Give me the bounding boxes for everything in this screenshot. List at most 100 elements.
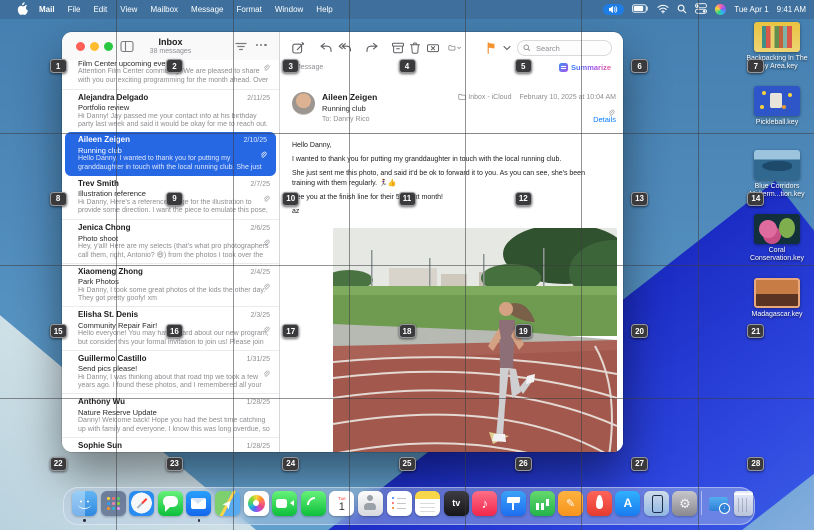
desktop-icon-city[interactable]: Backpacking In The Bay Area.key <box>741 22 813 71</box>
wifi-icon[interactable] <box>657 4 669 16</box>
details-link[interactable]: Details <box>593 115 616 124</box>
message-header: Aileen Zeigen Running club To: Danny Ric… <box>280 84 623 132</box>
list-item-date: 2/11/25 <box>247 95 270 102</box>
list-item-preview: Attention Film Center community! We are … <box>78 68 270 85</box>
siri-icon[interactable] <box>715 4 726 15</box>
list-item-line2: Portfolio review <box>78 103 270 113</box>
desktop-icon-coral[interactable]: Coral Conservation.key <box>741 214 813 263</box>
dock-app-safari[interactable] <box>129 491 154 522</box>
list-item[interactable]: Sophie Sun1/28/25The best vacation <box>62 437 279 453</box>
list-item-subject: Illustration reference <box>78 189 262 198</box>
control-center-icon[interactable] <box>695 3 707 16</box>
dock-app-settings[interactable]: ⚙ <box>672 491 697 522</box>
menu-item-format[interactable]: Format <box>237 5 262 14</box>
list-item-line2: Running club <box>78 145 267 155</box>
menu-item-message[interactable]: Message <box>191 5 223 14</box>
reply-icon[interactable] <box>319 41 335 57</box>
list-item[interactable]: Xiaomeng Zhong2/4/25Park PhotosHi Danny,… <box>62 263 279 307</box>
dock-app-calendar[interactable]: Tue1 <box>329 491 354 522</box>
dock-app-mail[interactable] <box>186 491 211 522</box>
dock-app-phone[interactable] <box>301 491 326 522</box>
list-item-line1: Alejandra Delgado 2/11/25 <box>78 93 270 103</box>
attachment-paperclip-icon <box>607 104 615 112</box>
pages-glyph: ✎ <box>566 497 575 510</box>
list-item[interactable]: Trev Smith2/7/25Illustration referenceHi… <box>62 176 279 220</box>
list-item[interactable]: Aileen Zeigen2/10/25Running clubHello Da… <box>65 132 276 176</box>
move-to-folder-icon[interactable] <box>448 41 474 57</box>
list-item[interactable]: Alejandra Delgado 2/11/25Portfolio review… <box>62 89 279 133</box>
forward-icon[interactable] <box>365 41 381 57</box>
dock-app-facetime[interactable] <box>272 491 297 522</box>
menu-time[interactable]: 9:41 AM <box>777 5 806 14</box>
menu-item-window[interactable]: Window <box>275 5 303 14</box>
compose-icon[interactable] <box>291 41 307 57</box>
dock-app-rocket[interactable] <box>587 491 612 522</box>
list-item-line1: Aileen Zeigen2/10/25 <box>78 135 267 145</box>
spotlight-icon[interactable] <box>677 4 687 16</box>
menu-item-edit[interactable]: Edit <box>93 5 107 14</box>
search-field[interactable] <box>517 40 612 56</box>
menu-date[interactable]: Tue Apr 1 <box>734 5 768 14</box>
dock-app-photos[interactable] <box>244 491 269 522</box>
summarize-button[interactable]: Summarize <box>559 63 611 72</box>
menu-item-mailbox[interactable]: Mailbox <box>150 5 178 14</box>
dock-app-downloads[interactable] <box>706 491 731 522</box>
paperclip-icon <box>262 321 270 329</box>
flag-icon[interactable] <box>485 41 501 57</box>
dock-app-iphone[interactable] <box>644 491 669 522</box>
desktop-icon-madagascar[interactable]: Madagascar.key <box>741 278 813 319</box>
desktop-icon-whale[interactable]: Blue Corridors Midterm...tion.key <box>741 150 813 199</box>
paperclip-icon <box>262 452 270 453</box>
list-item-subject: Community Repair Fair! <box>78 321 262 330</box>
list-item-subject: Send pics please! <box>78 364 262 373</box>
menu-item-mail[interactable]: Mail <box>39 5 55 14</box>
dock-app-music[interactable]: ♪ <box>472 491 497 522</box>
dock-app-reminders[interactable] <box>387 491 412 522</box>
archive-icon[interactable] <box>391 41 407 57</box>
menu-bar: Mail File Edit View Mailbox Message Format Wind… <box>0 0 814 19</box>
trash-icon[interactable] <box>408 41 424 57</box>
desktop-icon-label: Coral Conservation.key <box>741 247 813 263</box>
dock-app-maps[interactable] <box>215 491 240 522</box>
dock-app-numbers[interactable] <box>530 491 555 522</box>
dock-app-keynote[interactable] <box>501 491 526 522</box>
sound-indicator-icon[interactable] <box>603 4 624 15</box>
facetime-app-icon <box>272 491 297 516</box>
battery-icon[interactable] <box>632 4 649 15</box>
desktop-icon-label: Blue Corridors Midterm...tion.key <box>741 183 813 199</box>
minimize-window-button[interactable] <box>90 42 99 51</box>
flag-menu-icon[interactable] <box>500 41 510 57</box>
attachment-photo[interactable] <box>333 228 617 452</box>
close-window-button[interactable] <box>76 42 85 51</box>
junk-icon[interactable] <box>426 41 442 57</box>
dock-app-appstore[interactable]: A <box>615 491 640 522</box>
message-body: Hello Danny,I wanted to thank you for pu… <box>292 141 605 221</box>
keynote-file-thumbnail <box>754 278 800 308</box>
list-item-sender: Alejandra Delgado <box>78 93 243 102</box>
menu-item-view[interactable]: View <box>120 5 137 14</box>
dock-app-contacts[interactable] <box>358 491 383 522</box>
list-item-line1: Xiaomeng Zhong2/4/25 <box>78 267 270 277</box>
photos-app-icon <box>244 491 269 516</box>
desktop-icon-pickleball[interactable]: Pickleball.key <box>741 86 813 127</box>
more-options-icon[interactable] <box>256 44 267 46</box>
menu-item-help[interactable]: Help <box>316 5 332 14</box>
dock-app-pages[interactable]: ✎ <box>558 491 583 522</box>
paperclip-icon <box>262 190 270 198</box>
list-item-preview: Hey, y'all! Here are my selects (that's … <box>78 243 270 260</box>
reply-all-icon[interactable] <box>338 41 354 57</box>
dock-app-tv[interactable]: tv <box>444 491 469 522</box>
list-item[interactable]: Jenica Chong2/6/25Photo shootHey, y'all!… <box>62 219 279 263</box>
filter-icon[interactable] <box>234 40 248 53</box>
apple-menu-icon[interactable] <box>16 3 29 16</box>
list-item[interactable]: Elisha St. Denis2/3/25Community Repair F… <box>62 306 279 350</box>
dock-app-notes[interactable] <box>415 491 440 522</box>
search-input[interactable] <box>534 43 604 54</box>
list-item[interactable]: Guillermo Castillo1/31/25Send pics pleas… <box>62 350 279 394</box>
dock-app-messages[interactable] <box>158 491 183 522</box>
menu-item-file[interactable]: File <box>68 5 81 14</box>
list-item[interactable]: Anthony Wu1/28/25Nature Reserve UpdateDa… <box>62 393 279 437</box>
dock-app-launchpad[interactable] <box>101 491 126 522</box>
dock-app-trash[interactable] <box>734 491 753 522</box>
dock-app-finder[interactable] <box>72 491 97 522</box>
